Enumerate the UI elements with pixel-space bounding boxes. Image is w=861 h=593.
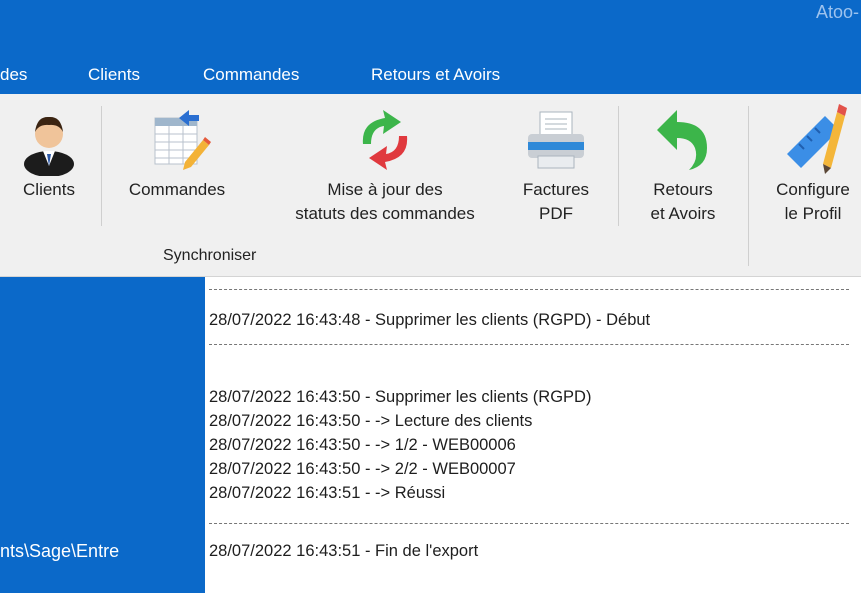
menu-item-retours-avoirs[interactable]: Retours et Avoirs xyxy=(371,65,500,85)
commandes-button[interactable]: Commandes xyxy=(112,94,242,244)
menu-item-clients[interactable]: Clients xyxy=(88,65,140,85)
log-separator xyxy=(209,523,849,524)
ribbon-separator xyxy=(101,106,102,226)
log-output: 28/07/2022 16:43:48 - Supprimer les clie… xyxy=(209,277,861,593)
retours-avoirs-label: Retours et Avoirs xyxy=(650,180,716,223)
update-order-status-label: Mise à jour des statuts des commandes xyxy=(295,180,475,223)
clients-label: Clients xyxy=(23,180,75,199)
menu-item-des[interactable]: des xyxy=(0,65,27,85)
configure-profile-button[interactable]: Configure le Profil xyxy=(758,94,861,244)
log-line: 28/07/2022 16:43:50 - -> 2/2 - WEB00007 xyxy=(209,460,516,478)
sync-arrows-icon xyxy=(362,110,408,170)
log-separator xyxy=(209,344,849,345)
menu-bar: des Clients Commandes Retours et Avoirs xyxy=(0,60,861,94)
ribbon-group-label: Synchroniser xyxy=(163,247,257,264)
ribbon-separator xyxy=(748,106,749,266)
order-sheet-icon xyxy=(154,110,211,170)
factures-pdf-label: Factures PDF xyxy=(522,180,590,223)
log-line: 28/07/2022 16:43:50 - Supprimer les clie… xyxy=(209,388,592,406)
commandes-label: Commandes xyxy=(128,180,226,199)
log-line: 28/07/2022 16:43:50 - -> Lecture des cli… xyxy=(209,412,533,430)
left-panel: nts\Sage\Entre xyxy=(0,277,205,593)
log-line: 28/07/2022 16:43:50 - -> 1/2 - WEB00006 xyxy=(209,436,516,454)
menu-item-commandes[interactable]: Commandes xyxy=(203,65,299,85)
log-separator xyxy=(209,289,849,290)
printer-icon xyxy=(528,111,584,169)
person-icon xyxy=(24,116,74,176)
retours-avoirs-button[interactable]: Retours et Avoirs xyxy=(628,94,738,244)
log-line: 28/07/2022 16:43:51 - -> Réussi xyxy=(209,484,446,502)
ribbon-separator xyxy=(618,106,619,226)
factures-pdf-button[interactable]: Factures PDF xyxy=(508,94,604,244)
pencil-ruler-icon xyxy=(787,104,847,174)
path-label: nts\Sage\Entre xyxy=(0,541,120,561)
window-title: Atoo- xyxy=(815,2,859,22)
log-line: 28/07/2022 16:43:51 - Fin de l'export xyxy=(209,542,479,560)
configure-profile-label: Configure le Profil xyxy=(776,180,850,223)
return-arrow-icon xyxy=(657,110,707,170)
log-line: 28/07/2022 16:43:48 - Supprimer les clie… xyxy=(209,311,651,329)
ribbon: Clients Commandes Mise à jour des statut… xyxy=(0,94,861,277)
title-bar: Atoo- xyxy=(0,0,861,60)
clients-button[interactable]: Clients xyxy=(8,94,90,244)
update-order-status-button[interactable]: Mise à jour des statuts des commandes xyxy=(270,94,500,244)
